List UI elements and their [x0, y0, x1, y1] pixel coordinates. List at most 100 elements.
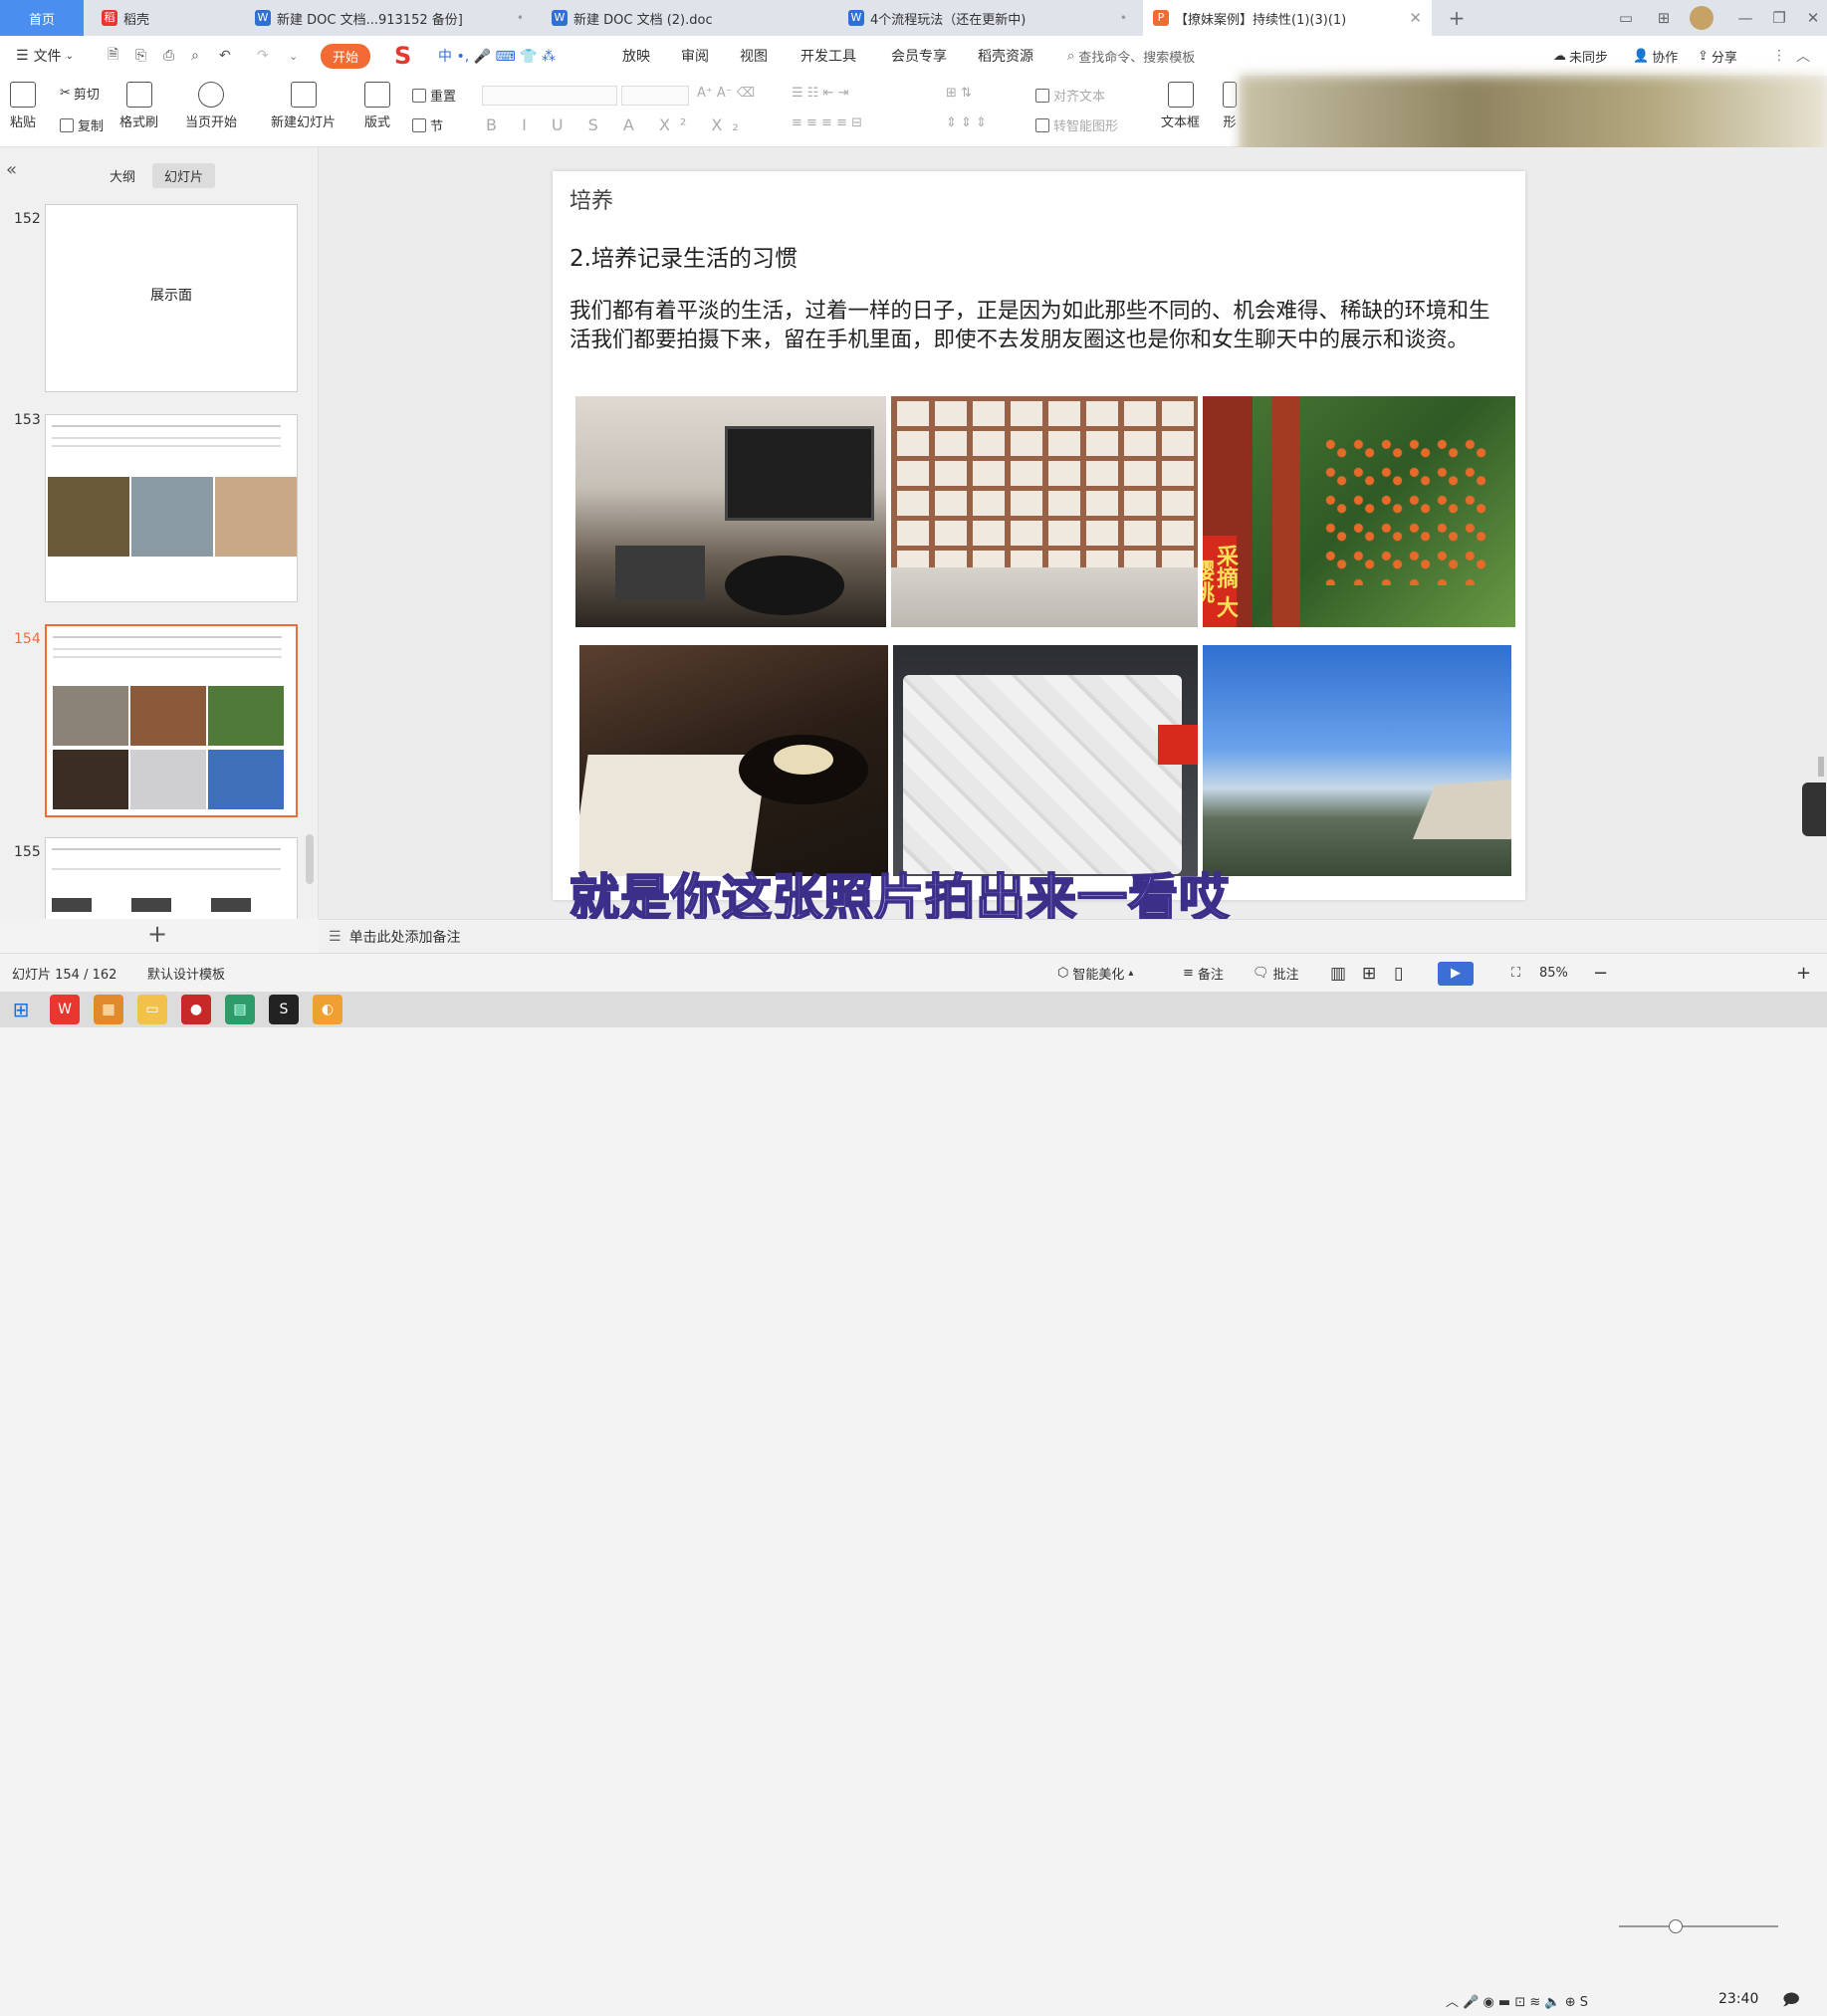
app-icon[interactable]: ▦	[94, 995, 123, 1024]
new-tab-icon[interactable]: +	[1440, 0, 1474, 36]
slide-header[interactable]: 培养	[570, 183, 613, 215]
photo-kitchen[interactable]	[575, 396, 886, 627]
list-icons[interactable]: ☰ ☷ ⇤ ⇥	[792, 86, 849, 101]
menu-review[interactable]: 审阅	[681, 36, 709, 76]
smart-beautify-button[interactable]: ⬡ 智能美化 ▴	[1057, 954, 1133, 993]
menu-member[interactable]: 会员专享	[891, 36, 947, 76]
slide-body[interactable]: 我们都有着平淡的生活，过着一样的日子，正是因为如此那些不同的、机会难得、稀缺的环…	[570, 297, 1505, 354]
tab-home[interactable]: 首页	[0, 0, 84, 36]
media-app-icon[interactable]: ●	[181, 995, 211, 1024]
section-button[interactable]: 节	[412, 115, 443, 134]
share-button[interactable]: ⇪ 分享	[1698, 36, 1737, 76]
minimize-icon[interactable]: —	[1728, 0, 1762, 36]
grid-icon[interactable]: ⊞	[1647, 0, 1681, 36]
photo-mountain-view[interactable]	[1203, 645, 1511, 876]
restore-icon[interactable]: ❐	[1762, 0, 1796, 36]
search-command[interactable]: ⌕ 查找命令、搜索模板	[1067, 36, 1195, 76]
photo-bookshelf[interactable]	[891, 396, 1198, 627]
menu-slideshow[interactable]: 放映	[622, 36, 650, 76]
align-text-button[interactable]: 对齐文本	[1035, 86, 1105, 105]
zoom-slider-knob[interactable]	[1668, 1919, 1683, 1933]
tab-close-icon[interactable]: •	[517, 11, 524, 25]
play-from-current-button[interactable]: 当页开始	[185, 82, 237, 130]
app-icon[interactable]: S	[269, 995, 299, 1024]
avatar[interactable]	[1685, 0, 1718, 36]
direction-icons[interactable]: ⊞ ⇅	[946, 86, 972, 101]
menu-start[interactable]: 开始	[321, 36, 371, 76]
tab-close-icon[interactable]: ✕	[1409, 9, 1422, 27]
font-grow-icon[interactable]: A⁺ A⁻ ⌫	[697, 86, 755, 101]
chevron-down-icon[interactable]: ⌄	[289, 36, 298, 76]
tab-close-icon[interactable]: •	[1120, 11, 1127, 25]
cut-button[interactable]: ✂ 剪切	[60, 84, 100, 103]
windows-start-icon[interactable]: ⊞	[6, 995, 36, 1024]
undo-icon[interactable]: ↶	[219, 36, 231, 76]
close-window-icon[interactable]: ✕	[1796, 0, 1827, 36]
export-pdf-icon[interactable]: ⎘	[135, 36, 146, 76]
slide-heading[interactable]: 2.培养记录生活的习惯	[570, 239, 798, 273]
slide-thumbnail-155[interactable]	[45, 837, 298, 919]
clock[interactable]: 23:40	[1718, 1991, 1758, 2007]
reset-button[interactable]: 重置	[412, 86, 456, 105]
redo-icon[interactable]: ↷	[257, 36, 269, 76]
sorter-view-icon[interactable]: ⊞	[1362, 954, 1376, 993]
zoom-in-icon[interactable]: +	[1796, 954, 1811, 993]
comment-button[interactable]: 🗨 批注	[1253, 954, 1299, 993]
text-format-icons[interactable]: B I U S A X² X₂	[486, 115, 749, 134]
notes-toggle-button[interactable]: ≡ 备注	[1183, 954, 1224, 993]
zoom-level[interactable]: 85%	[1539, 954, 1568, 993]
zoom-out-icon[interactable]: −	[1593, 954, 1608, 993]
more-icon[interactable]: ⋮	[1772, 36, 1786, 76]
smart-shape-button[interactable]: 转智能图形	[1035, 115, 1118, 134]
panel-scrollbar[interactable]	[306, 834, 314, 884]
menu-dev-tools[interactable]: 开发工具	[800, 36, 856, 76]
collapse-ribbon-icon[interactable]: ︿	[1796, 36, 1810, 76]
tab-slides[interactable]: 幻灯片	[152, 163, 216, 188]
canvas-scrollbar[interactable]	[1818, 757, 1824, 777]
add-slide-icon[interactable]: +	[147, 920, 167, 948]
tray-icons[interactable]: ︿ 🎤 ◉ ▬ ⊡ ≋ 🔈 ⊕ S	[1446, 1991, 1588, 2010]
window-layout-icon[interactable]: ▭	[1609, 0, 1643, 36]
layout-button[interactable]: 版式	[364, 82, 390, 130]
format-painter-button[interactable]: 格式刷	[119, 82, 158, 130]
tab-doc-backup[interactable]: W 新建 DOC 文档...913152 备份] •	[245, 0, 534, 36]
notes-bar[interactable]: ☰ 单击此处添加备注	[319, 919, 1827, 953]
new-slide-button[interactable]: 新建幻灯片	[271, 82, 336, 130]
photo-tea-book[interactable]	[579, 645, 888, 876]
wps-app-icon[interactable]: W	[50, 995, 80, 1024]
photo-receipts[interactable]	[893, 645, 1198, 876]
ime-toolbar[interactable]: 中 •, 🎤 ⌨ 👕 ⁂	[438, 36, 556, 76]
zoom-slider-track[interactable]	[1619, 1925, 1778, 1927]
preview-icon[interactable]: ⌕	[191, 36, 199, 76]
photo-flower-wall[interactable]: 采摘 大樱桃	[1203, 396, 1515, 627]
wechat-icon[interactable]: ◐	[313, 995, 343, 1024]
collapse-panel-icon[interactable]: «	[6, 159, 17, 180]
reading-view-icon[interactable]: ▯	[1394, 954, 1403, 993]
paste-button[interactable]: 粘贴	[10, 82, 36, 130]
tab-active-ppt[interactable]: P 【撩妹案例】持续性(1)(3)(1) ✕	[1143, 0, 1432, 36]
file-explorer-icon[interactable]: ▭	[137, 995, 167, 1024]
slideshow-play-button[interactable]: ▶	[1438, 954, 1474, 993]
sync-status[interactable]: ☁ 未同步	[1553, 36, 1608, 76]
sogou-ime-icon[interactable]: S	[394, 36, 411, 76]
print-icon[interactable]: ⎙	[163, 36, 174, 76]
font-size-select[interactable]	[621, 86, 689, 106]
menu-docer-resources[interactable]: 稻壳资源	[978, 36, 1033, 76]
slide-thumbnail-153[interactable]	[45, 414, 298, 602]
align-icons[interactable]: ≡ ≡ ≡ ≡ ⊟	[792, 115, 862, 130]
copy-button[interactable]: 复制	[60, 115, 104, 134]
textbox-button[interactable]: 文本框	[1161, 82, 1200, 130]
spacing-icons[interactable]: ⇕ ⇕ ⇕	[946, 115, 987, 130]
menu-file[interactable]: ☰ 文件 ⌄	[16, 36, 74, 76]
tab-flow-doc[interactable]: W 4个流程玩法（还在更新中) •	[838, 0, 1137, 36]
side-handle[interactable]	[1802, 783, 1826, 836]
tab-docer[interactable]: 稻 稻壳	[92, 0, 239, 36]
menu-view[interactable]: 视图	[740, 36, 768, 76]
slide-thumbnail-152[interactable]: 展示面	[45, 204, 298, 392]
fit-window-icon[interactable]: ⛶	[1511, 954, 1520, 993]
tab-doc-2[interactable]: W 新建 DOC 文档 (2).doc	[542, 0, 830, 36]
template-name[interactable]: 默认设计模板	[147, 954, 225, 993]
app-icon[interactable]: ▤	[225, 995, 255, 1024]
normal-view-icon[interactable]: ▥	[1330, 954, 1346, 993]
slide[interactable]: 培养 2.培养记录生活的习惯 我们都有着平淡的生活，过着一样的日子，正是因为如此…	[553, 171, 1525, 900]
